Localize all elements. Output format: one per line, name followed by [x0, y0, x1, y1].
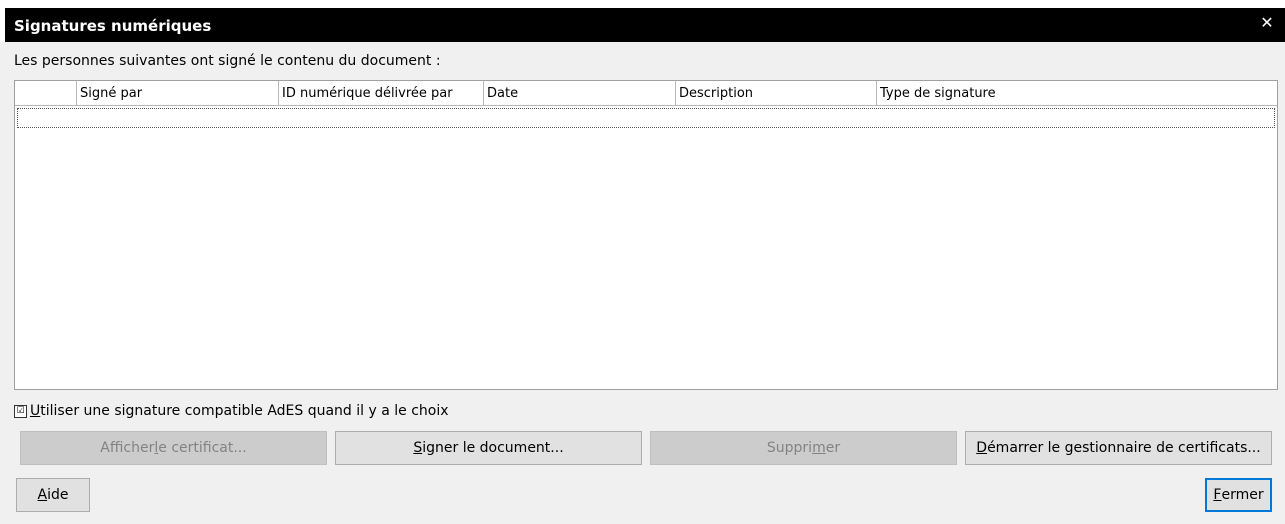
ades-checkbox[interactable]: ☑: [14, 404, 27, 418]
title-bar: Signatures numériques ✕: [0, 0, 1285, 42]
ades-checkbox-label: Utiliser une signature compatible AdES q…: [30, 403, 449, 419]
help-button[interactable]: Aide: [16, 478, 90, 512]
column-header-description[interactable]: Description: [675, 81, 876, 105]
column-header-issued-by[interactable]: ID numérique délivrée par: [278, 81, 483, 105]
column-header-signature-type[interactable]: Type de signature: [876, 81, 1277, 105]
window-title: Signatures numériques: [14, 17, 212, 35]
close-icon[interactable]: ✕: [1257, 13, 1277, 33]
table-header: Signé par ID numérique délivrée par Date…: [15, 81, 1277, 106]
column-header-signed-by[interactable]: Signé par: [76, 81, 278, 105]
signatures-table[interactable]: Signé par ID numérique délivrée par Date…: [14, 80, 1278, 390]
view-certificate-button[interactable]: Afficher le certificat...: [20, 431, 327, 465]
ades-checkbox-row[interactable]: ☑ Utiliser une signature compatible AdES…: [14, 403, 449, 419]
remove-button[interactable]: Suppri m er: [650, 431, 957, 465]
table-focus-row[interactable]: [17, 108, 1275, 128]
start-certificate-manager-button[interactable]: Démarrer le gestionnaire de certificats.…: [965, 431, 1272, 465]
sign-document-button[interactable]: Signer le document...: [335, 431, 642, 465]
column-header-date[interactable]: Date: [483, 81, 675, 105]
intro-label: Les personnes suivantes ont signé le con…: [14, 53, 441, 69]
close-button[interactable]: Fermer: [1205, 478, 1272, 512]
column-header-icon[interactable]: [15, 81, 76, 105]
